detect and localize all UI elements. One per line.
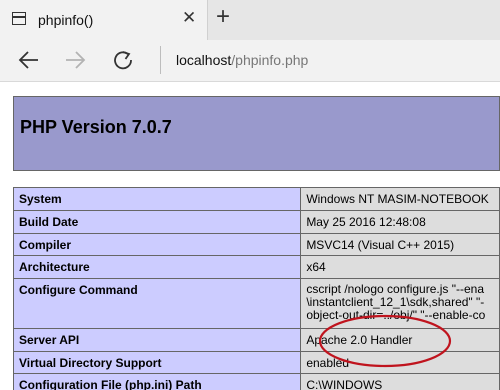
command-line: object-out-dir=../obj/" "--enable-co [306,308,486,322]
close-icon[interactable]: ✕ [182,8,196,28]
url-host: localhost [176,52,232,68]
table-row: Configuration File (php.ini) Path C:\WIN… [12,373,500,390]
row-label: Architecture [12,255,302,279]
page-title: PHP Version 7.0.7 [20,117,172,137]
tab-strip: phpinfo() ✕ + [0,0,500,40]
table-row: Build Date May 25 2016 12:48:08 [12,210,500,234]
page-icon [12,12,26,25]
tab-title: phpinfo() [38,12,94,28]
table-row: Virtual Directory Support enabled [12,351,500,374]
row-value: May 25 2016 12:48:08 [300,210,500,234]
info-table: System Windows NT MASIM-NOTEBOOK Build D… [12,187,500,390]
address-bar[interactable]: localhost/phpinfo.php [176,52,308,68]
row-value: Apache 2.0 Handler [300,328,500,352]
row-value: MSVC14 (Visual C++ 2015) [300,233,500,256]
refresh-icon[interactable] [111,49,135,71]
row-label: Virtual Directory Support [12,351,302,374]
arrow-right-icon[interactable] [63,49,87,71]
php-version-header: PHP Version 7.0.7 [13,96,500,171]
tab-phpinfo[interactable]: phpinfo() ✕ [0,0,208,40]
table-row: System Windows NT MASIM-NOTEBOOK [12,187,500,211]
row-label: Compiler [12,233,302,256]
row-value: Windows NT MASIM-NOTEBOOK [300,187,500,211]
arrow-left-icon[interactable] [17,49,41,71]
row-value: cscript /nologo configure.js "--ena \ins… [300,278,500,329]
address-divider [160,46,161,74]
page-content: PHP Version 7.0.7 System Windows NT MASI… [0,82,500,390]
row-value: enabled [300,351,500,374]
table-row: Architecture x64 [12,255,500,279]
table-row: Configure Command cscript /nologo config… [12,278,500,329]
table-row: Server API Apache 2.0 Handler [12,328,500,352]
row-value: C:\WINDOWS [300,373,500,390]
table-row: Compiler MSVC14 (Visual C++ 2015) [12,233,500,256]
row-label: Configuration File (php.ini) Path [12,373,302,390]
row-label: Configure Command [12,278,302,329]
url-path: /phpinfo.php [231,52,309,68]
row-value: x64 [300,255,500,279]
row-label: System [12,187,302,211]
row-label: Server API [12,328,302,352]
new-tab-button[interactable]: + [212,5,234,30]
row-label: Build Date [12,210,302,234]
navigation-bar: localhost/phpinfo.php [0,40,500,82]
